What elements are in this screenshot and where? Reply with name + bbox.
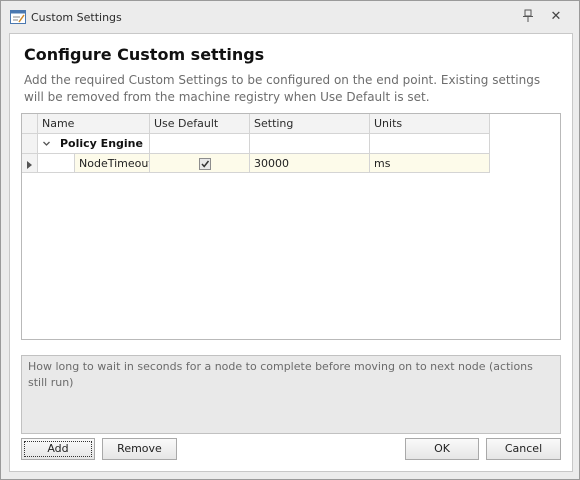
title-bar[interactable]: Custom Settings ✕	[1, 1, 579, 33]
custom-settings-window: Custom Settings ✕ Configure Custom setti…	[0, 0, 580, 480]
use-default-checkbox[interactable]	[199, 158, 211, 170]
close-icon[interactable]: ✕	[547, 9, 565, 25]
group-use-default-cell	[150, 134, 250, 154]
indent-cell	[38, 154, 74, 173]
row-indicator-header	[22, 114, 38, 134]
description-text: Add the required Custom Settings to be c…	[24, 73, 541, 104]
column-header-name[interactable]: Name	[38, 114, 150, 134]
cancel-button[interactable]: Cancel	[486, 438, 561, 460]
row-indicator[interactable]	[22, 154, 38, 173]
remove-button[interactable]: Remove	[102, 438, 177, 460]
use-default-cell[interactable]	[150, 154, 250, 173]
column-header-use-default[interactable]: Use Default	[150, 114, 250, 134]
group-setting-cell	[250, 134, 370, 154]
group-label: Policy Engine	[60, 137, 143, 150]
pin-icon[interactable]	[519, 9, 537, 25]
settings-window-icon	[10, 10, 26, 24]
column-header-setting[interactable]: Setting	[250, 114, 370, 134]
ok-button[interactable]: OK	[405, 438, 479, 460]
units-cell[interactable]: ms	[370, 154, 490, 173]
column-header-units[interactable]: Units	[370, 114, 490, 134]
chevron-down-icon[interactable]	[42, 138, 51, 151]
current-row-arrow-icon	[27, 159, 33, 172]
group-units-cell	[370, 134, 490, 154]
row-indicator	[22, 134, 38, 154]
setting-value-cell[interactable]: 30000	[250, 154, 370, 173]
window-title: Custom Settings	[31, 11, 122, 24]
setting-name-cell[interactable]: NodeTimeout	[74, 154, 150, 173]
settings-grid[interactable]: Name Use Default Setting Units Policy En…	[21, 113, 561, 340]
content-panel: Configure Custom settings Add the requir…	[9, 33, 573, 472]
page-heading: Configure Custom settings	[24, 45, 265, 64]
setting-description-box: How long to wait in seconds for a node t…	[21, 355, 561, 434]
add-button[interactable]: Add	[21, 438, 95, 460]
group-name-cell: Policy Engine	[38, 134, 150, 154]
